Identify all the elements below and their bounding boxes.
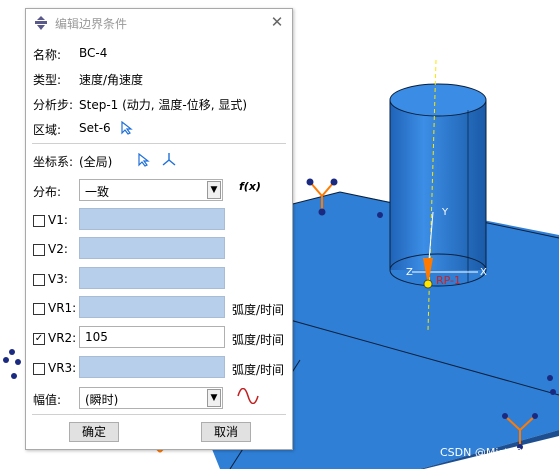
- csys-triad-icon[interactable]: [162, 152, 176, 166]
- name-label: 名称:: [33, 48, 62, 62]
- ok-button[interactable]: 确定: [69, 422, 119, 442]
- csys-value: (全局): [79, 155, 113, 169]
- amplitude-label: 幅值:: [33, 393, 62, 407]
- step-label: 分析步:: [33, 98, 74, 112]
- chevron-down-icon[interactable]: ▼: [207, 389, 221, 407]
- region-value: Set-6: [79, 121, 111, 135]
- amplitude-value: (瞬时): [85, 393, 119, 407]
- vr3-checkbox[interactable]: [33, 363, 45, 375]
- amplitude-curve-icon[interactable]: [237, 388, 259, 404]
- region-label: 区域:: [33, 123, 62, 137]
- vr3-unit: 弧度/时间: [232, 363, 285, 377]
- region-pick-arrow-icon[interactable]: [121, 121, 133, 135]
- vr2-checkbox[interactable]: ✓: [33, 333, 45, 345]
- vr1-checkbox[interactable]: [33, 303, 45, 315]
- cylinder-top: [389, 83, 487, 117]
- cancel-button[interactable]: 取消: [201, 422, 251, 442]
- v2-input[interactable]: [79, 237, 225, 259]
- v3-label: V3:: [48, 272, 68, 286]
- csys-pick-arrow-icon[interactable]: [138, 153, 150, 167]
- separator: [32, 143, 286, 144]
- edit-boundary-condition-dialog: 编辑边界条件 ✕ 名称: BC-4 类型: 速度/角速度 分析步: Step-1…: [25, 8, 293, 450]
- axis-y-label: Y: [441, 207, 449, 218]
- vr2-unit: 弧度/时间: [232, 333, 285, 347]
- v3-checkbox[interactable]: [33, 274, 45, 286]
- axis-z-label: Z: [406, 267, 413, 278]
- csys-label: 坐标系:: [33, 155, 74, 169]
- step-value: Step-1 (动力, 温度-位移, 显式): [79, 98, 248, 112]
- v1-checkbox[interactable]: [33, 215, 45, 227]
- v1-input[interactable]: [79, 208, 225, 230]
- type-label: 类型:: [33, 73, 62, 87]
- v2-label: V2:: [48, 242, 68, 256]
- distribution-label: 分布:: [33, 185, 62, 199]
- dialog-title: 编辑边界条件: [55, 17, 128, 31]
- vr1-input[interactable]: [79, 296, 225, 318]
- watermark: CSDN @Mist_Orz: [440, 446, 533, 459]
- vr1-label: VR1:: [48, 301, 77, 315]
- bc-app-icon: [35, 16, 47, 30]
- amplitude-select[interactable]: (瞬时) ▼: [79, 387, 223, 409]
- axis-x-label: X: [480, 267, 487, 278]
- vr1-unit: 弧度/时间: [232, 303, 285, 317]
- close-button[interactable]: ✕: [268, 13, 286, 31]
- vr3-label: VR3:: [48, 361, 77, 375]
- reference-point-label: RP-1: [436, 274, 461, 287]
- separator: [32, 414, 286, 415]
- v1-label: V1:: [48, 213, 68, 227]
- vr2-input[interactable]: 105: [79, 326, 225, 348]
- name-value: BC-4: [79, 46, 108, 60]
- cylinder-body: [390, 100, 486, 270]
- distribution-select[interactable]: 一致 ▼: [79, 179, 223, 201]
- vr3-input[interactable]: [79, 356, 225, 378]
- v2-checkbox[interactable]: [33, 244, 45, 256]
- distribution-value: 一致: [85, 185, 110, 199]
- type-value: 速度/角速度: [79, 73, 144, 87]
- chevron-down-icon[interactable]: ▼: [207, 181, 221, 199]
- fx-button[interactable]: f(x): [239, 180, 261, 193]
- dialog-titlebar[interactable]: 编辑边界条件 ✕: [26, 9, 292, 37]
- v3-input[interactable]: [79, 267, 225, 289]
- vr2-label: VR2:: [48, 331, 77, 345]
